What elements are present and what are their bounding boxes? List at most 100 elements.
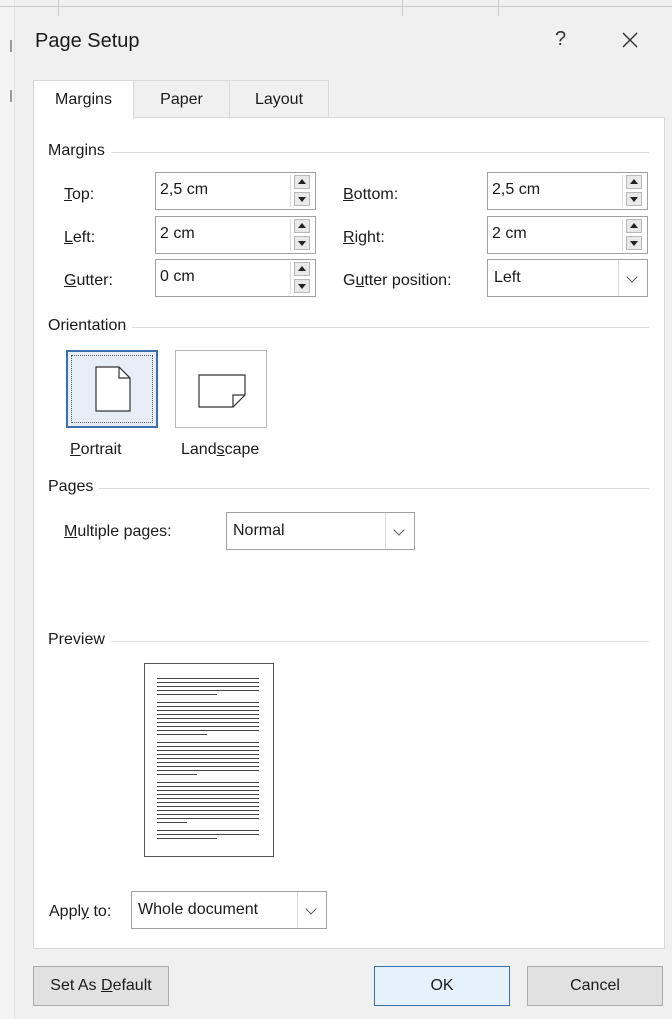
apply-to-dropdown-button[interactable] [297, 892, 326, 928]
pages-group-line [48, 488, 649, 489]
preview-text-line [157, 746, 259, 747]
apply-to-select[interactable]: Whole document [131, 891, 327, 929]
left-edge-marker [10, 90, 12, 102]
preview-text-line [157, 726, 259, 727]
preview-text-line [157, 802, 259, 803]
gutter-position-select[interactable]: Left [487, 259, 648, 297]
ok-button[interactable]: OK [374, 966, 510, 1006]
preview-text-line [157, 678, 259, 679]
preview-text-line [157, 798, 259, 799]
right-margin-decrement[interactable] [626, 236, 642, 250]
pages-group-label: Pages [48, 478, 100, 496]
gutter-position-dropdown-button[interactable] [618, 260, 647, 296]
arrow-up-icon [630, 223, 638, 228]
preview-text-line [157, 734, 207, 735]
preview-text-line [157, 682, 259, 683]
preview-text-line [157, 818, 259, 819]
bottom-margin-stepper[interactable]: 2,5 cm [487, 172, 648, 210]
top-window-edge [0, 0, 672, 7]
cancel-button[interactable]: Cancel [527, 966, 663, 1006]
left-margin-stepper[interactable]: 2 cm [155, 216, 316, 254]
preview-text-line [157, 730, 259, 731]
preview-text-line [157, 722, 259, 723]
preview-text-line [157, 814, 259, 815]
tab-layout[interactable]: Layout [229, 80, 329, 118]
preview-text-line [157, 774, 197, 775]
tab-margins[interactable]: Margins [33, 80, 134, 119]
left-margin-increment[interactable] [294, 219, 310, 233]
right-margin-increment[interactable] [626, 219, 642, 233]
orientation-group-label: Orientation [48, 317, 133, 335]
preview-group-line [48, 641, 649, 642]
bottom-margin-label: Bottom: [343, 186, 399, 203]
preview-text-line [157, 714, 259, 715]
preview-text-line [157, 822, 187, 823]
multiple-pages-label: Multiple pages: [64, 523, 172, 540]
preview-text-line [157, 830, 259, 831]
portrait-page-icon [95, 366, 131, 412]
gutter-decrement[interactable] [294, 279, 310, 293]
preview-text-line [157, 782, 259, 783]
gutter-position-value: Left [494, 269, 521, 286]
apply-to-label: Apply to: [49, 903, 112, 920]
arrow-down-icon [298, 241, 306, 246]
bottom-margin-increment[interactable] [626, 175, 642, 189]
gutter-value: 0 cm [160, 268, 195, 285]
bottom-margin-decrement[interactable] [626, 192, 642, 206]
preview-text-line [157, 790, 259, 791]
landscape-button[interactable] [175, 350, 267, 428]
preview-page-thumbnail [144, 663, 274, 857]
preview-text-line [157, 838, 217, 839]
left-edge-marker [10, 40, 12, 52]
arrow-down-icon [630, 241, 638, 246]
preview-text-line [157, 702, 259, 703]
multiple-pages-value: Normal [233, 522, 285, 539]
arrow-down-icon [630, 197, 638, 202]
chevron-down-icon [393, 524, 405, 536]
gutter-increment[interactable] [294, 262, 310, 276]
set-as-default-button[interactable]: Set As Default [33, 966, 169, 1006]
top-edge-tick [58, 0, 59, 16]
preview-text-line [157, 810, 259, 811]
gutter-position-label: Gutter position: [343, 272, 452, 289]
preview-text-line [157, 806, 259, 807]
arrow-up-icon [630, 179, 638, 184]
help-button[interactable]: ? [555, 28, 566, 51]
gutter-stepper[interactable]: 0 cm [155, 259, 316, 297]
gutter-label: Gutter: [64, 272, 113, 289]
preview-text-line [157, 762, 259, 763]
multiple-pages-select[interactable]: Normal [226, 512, 415, 550]
margins-group-label: Margins [48, 142, 111, 160]
preview-text-line [157, 686, 259, 687]
chevron-down-icon [305, 903, 317, 915]
arrow-down-icon [298, 197, 306, 202]
left-margin-label: Left: [64, 229, 96, 246]
multiple-pages-dropdown-button[interactable] [385, 513, 414, 549]
landscape-page-icon [198, 374, 246, 408]
top-margin-value: 2,5 cm [160, 181, 209, 198]
top-edge-tick [498, 0, 499, 16]
right-margin-stepper[interactable]: 2 cm [487, 216, 648, 254]
orientation-group-line [48, 327, 649, 328]
preview-text-line [157, 766, 259, 767]
top-margin-increment[interactable] [294, 175, 310, 189]
arrow-up-icon [298, 266, 306, 271]
left-margin-value: 2 cm [160, 225, 195, 242]
landscape-label: Landscape [181, 441, 260, 458]
tab-paper[interactable]: Paper [133, 80, 230, 118]
chevron-down-icon [626, 271, 638, 283]
left-margin-decrement[interactable] [294, 236, 310, 250]
top-margin-stepper[interactable]: 2,5 cm [155, 172, 316, 210]
preview-text-line [157, 758, 259, 759]
close-button[interactable] [620, 30, 640, 50]
portrait-button[interactable] [66, 350, 158, 428]
preview-group-label: Preview [48, 631, 111, 649]
left-window-edge [0, 0, 15, 1019]
right-margin-value: 2 cm [492, 225, 527, 242]
preview-text-line [157, 690, 259, 691]
top-margin-decrement[interactable] [294, 192, 310, 206]
apply-to-value: Whole document [138, 901, 259, 918]
top-edge-tick [402, 0, 403, 16]
preview-text-line [157, 706, 259, 707]
preview-text-line [157, 710, 259, 711]
